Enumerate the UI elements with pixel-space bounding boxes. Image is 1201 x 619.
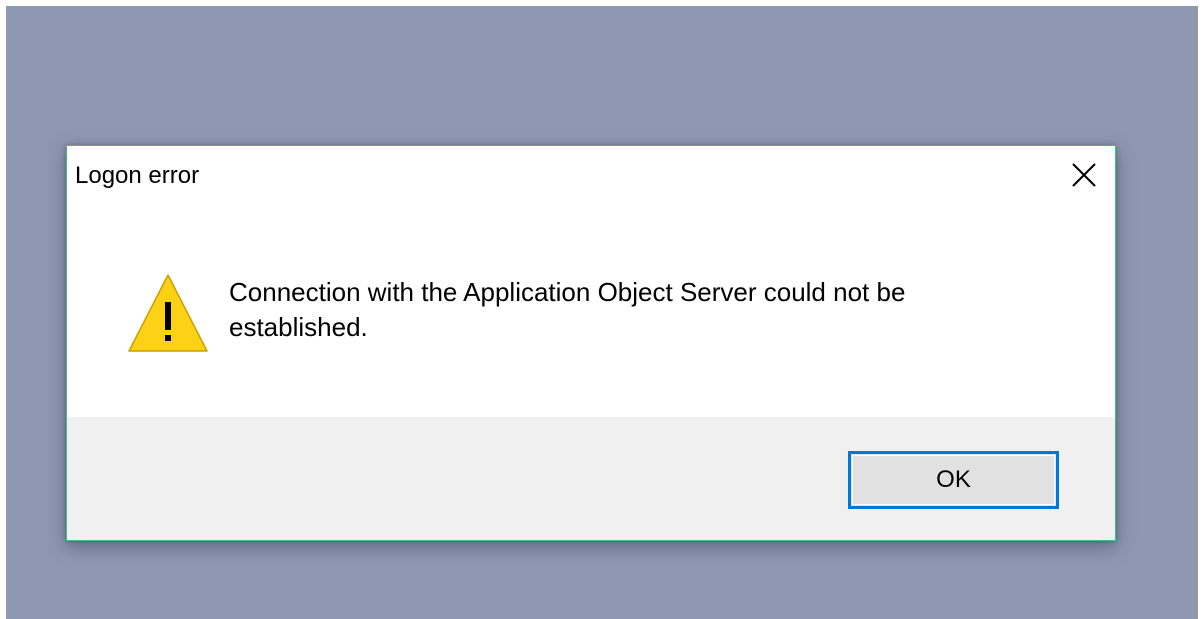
- dialog-footer: OK: [67, 417, 1115, 540]
- close-button[interactable]: [1069, 160, 1099, 190]
- dialog-titlebar[interactable]: Logon error: [67, 146, 1115, 208]
- logon-error-dialog: Logon error Connection with the Applicat…: [66, 145, 1116, 541]
- dialog-title: Logon error: [75, 162, 200, 189]
- dialog-content: Connection with the Application Object S…: [67, 208, 1115, 417]
- close-icon: [1072, 163, 1096, 187]
- error-message: Connection with the Application Object S…: [229, 277, 906, 342]
- warning-icon: [128, 274, 208, 352]
- ok-button[interactable]: OK: [848, 451, 1059, 509]
